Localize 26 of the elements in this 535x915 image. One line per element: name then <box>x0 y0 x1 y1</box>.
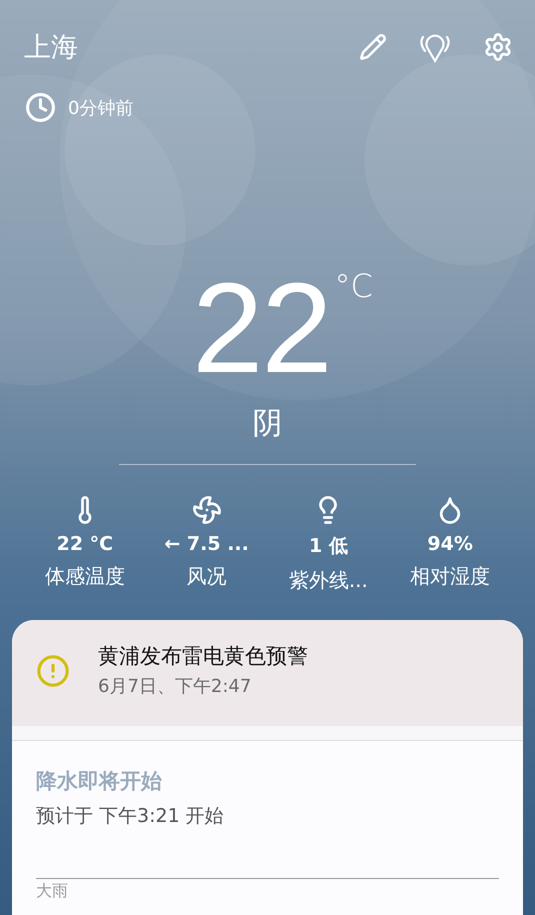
city-name: 上海 <box>24 31 79 65</box>
stat-value: ← 7.5 ... <box>164 533 249 555</box>
stat-label: 体感温度 <box>44 563 125 590</box>
pencil-icon <box>359 33 387 61</box>
alert-icon <box>36 654 70 688</box>
stat-label: 风况 <box>186 563 227 590</box>
clock-icon <box>25 92 56 123</box>
settings-button[interactable] <box>483 32 513 62</box>
update-time: 0分钟前 <box>68 96 134 120</box>
weather-alert[interactable]: 黄浦发布雷电黄色预警 6月7日、下午2:47 <box>12 620 523 726</box>
temperature: 22 <box>192 273 331 385</box>
precipitation-legend: 大雨 <box>36 881 499 902</box>
temperature-unit: °C <box>334 267 373 305</box>
precipitation-detail: 预计于 下午3:21 开始 <box>36 804 225 829</box>
fan-icon <box>192 495 222 525</box>
stat-value: 1 低 <box>308 534 348 559</box>
stat-value: 22 °C <box>56 533 114 555</box>
alert-title: 黄浦发布雷电黄色预警 <box>98 643 308 670</box>
stat-label: 紫外线... <box>288 567 368 594</box>
settings-icon <box>483 32 513 62</box>
stat-value: 94% <box>427 533 473 555</box>
precipitation-title: 降水即将开始 <box>36 768 163 795</box>
weather-condition: 阴 <box>252 405 284 443</box>
alert-time: 6月7日、下午2:47 <box>98 675 252 698</box>
edit-button[interactable] <box>359 33 387 61</box>
stat-label: 相对湿度 <box>410 563 490 590</box>
